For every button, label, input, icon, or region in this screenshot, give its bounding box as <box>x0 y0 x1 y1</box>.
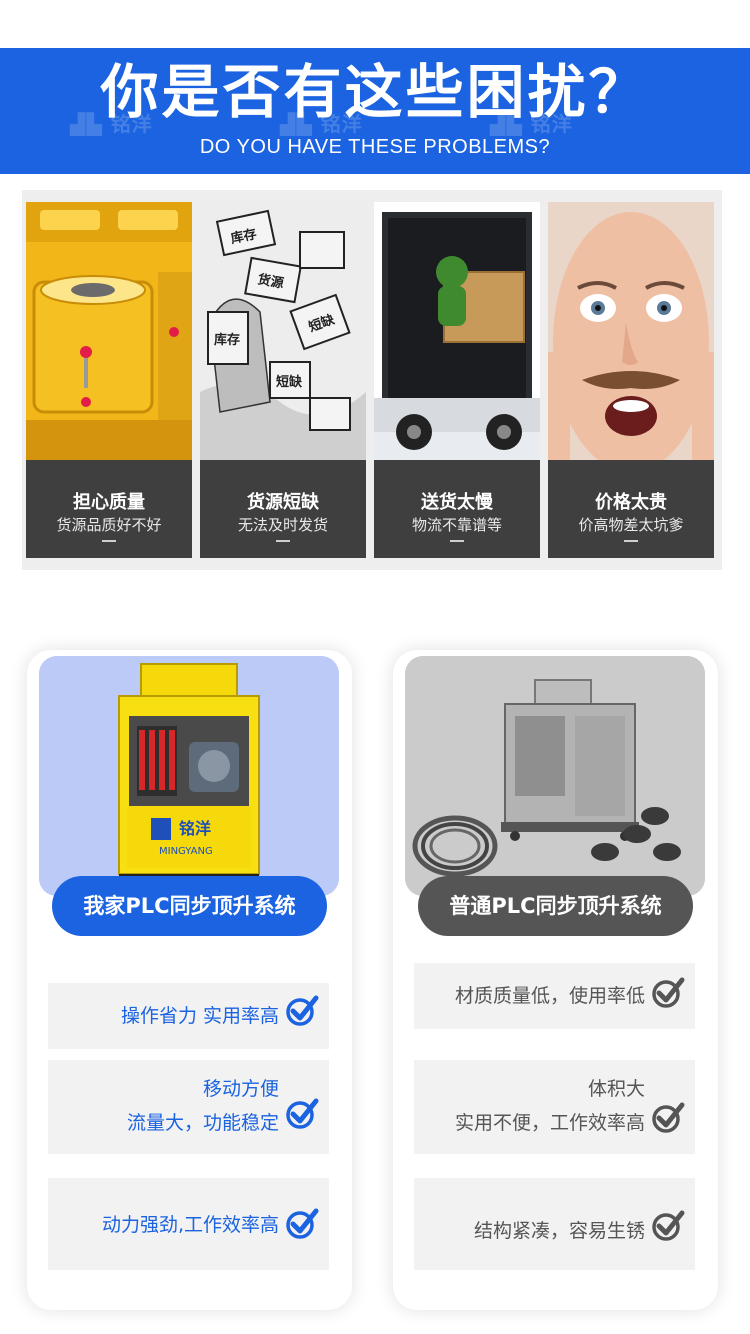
caption-divider <box>102 540 116 542</box>
feature-text: 动力强劲,工作效率高 <box>102 1208 279 1242</box>
feature-text: 材质质量低，使用率低 <box>455 979 645 1013</box>
problem-desc: 无法及时发货 <box>237 516 328 534</box>
feature-row: 动力强劲,工作效率高 <box>48 1178 329 1270</box>
check-circle-icon <box>286 1208 319 1239</box>
check-circle-icon <box>652 977 685 1008</box>
sketch-boxes-image: 库存 货源 短缺 库存 短缺 <box>200 202 366 460</box>
problem-title: 货源短缺 <box>247 492 319 513</box>
feature-line: 移动方便 <box>202 1078 279 1100</box>
shocked-face-image <box>548 202 714 460</box>
feature-line: 操作省力 实用率高 <box>120 1005 279 1027</box>
problem-card-shortage: 库存 货源 短缺 库存 短缺 货源短缺 无法及时发货 <box>200 202 366 558</box>
our-product-label: 我家PLC同步顶升系统 <box>52 876 327 936</box>
problem-title: 价格太贵 <box>595 492 667 513</box>
problem-title: 送货太慢 <box>421 492 493 513</box>
caption-divider <box>624 540 638 542</box>
problem-desc: 货源品质好不好 <box>56 516 162 534</box>
common-product-label: 普通PLC同步顶升系统 <box>418 876 693 936</box>
problem-desc: 物流不靠谱等 <box>411 516 502 534</box>
logo-subtext: MINGYANG <box>159 846 213 857</box>
feature-line: 结构紧凑，容易生锈 <box>473 1220 645 1242</box>
caption-divider <box>276 540 290 542</box>
page-subtitle: DO YOU HAVE THESE PROBLEMS? <box>199 136 551 158</box>
problem-card-expensive: 价格太贵 价高物差太坑爹 <box>548 202 714 558</box>
problem-card-quality: 担心质量 货源品质好不好 <box>26 202 192 558</box>
caption-divider <box>450 540 464 542</box>
problem-title: 担心质量 <box>73 492 145 513</box>
hydraulic-jacks-image <box>26 202 192 460</box>
problem-caption: 担心质量 货源品质好不好 <box>26 460 192 558</box>
check-circle-icon <box>286 995 319 1026</box>
feature-line: 材质质量低，使用率低 <box>454 985 645 1007</box>
problem-desc: 价高物差太坑爹 <box>578 516 684 534</box>
feature-row: 操作省力 实用率高 <box>48 983 329 1049</box>
common-product-image <box>405 656 705 896</box>
delivery-van-image <box>374 202 540 460</box>
feature-row: 材质质量低，使用率低 <box>414 963 695 1029</box>
feature-line: 体积大 <box>587 1078 645 1100</box>
feature-text: 体积大 实用不便，工作效率高 <box>455 1072 645 1140</box>
comparison-theirs: 普通PLC同步顶升系统 材质质量低，使用率低 体积大 实用不便，工作效率高 结构… <box>393 650 718 1310</box>
problem-caption: 货源短缺 无法及时发货 <box>200 460 366 558</box>
header-banner: ▟▙ 铭洋 ▟▙ 铭洋 ▟▙ 铭洋 你是否有这些困扰？ DO YOU HAVE … <box>0 48 750 174</box>
problem-caption: 价格太贵 价高物差太坑爹 <box>548 460 714 558</box>
box-label: 短缺 <box>276 374 303 390</box>
box-label: 库存 <box>214 332 240 348</box>
feature-row: 结构紧凑，容易生锈 <box>414 1178 695 1270</box>
feature-text: 结构紧凑，容易生锈 <box>474 1214 645 1248</box>
feature-line: 实用不便，工作效率高 <box>454 1112 645 1134</box>
feature-row: 体积大 实用不便，工作效率高 <box>414 1060 695 1154</box>
problem-card-slow-delivery: 送货太慢 物流不靠谱等 <box>374 202 540 558</box>
problem-caption: 送货太慢 物流不靠谱等 <box>374 460 540 558</box>
feature-text: 移动方便 流量大，功能稳定 <box>127 1072 279 1140</box>
problems-section: 担心质量 货源品质好不好 库存 货源 短缺 库存 短缺 货源短缺 无法及时发货 … <box>22 190 722 570</box>
our-product-image: 铭洋 MINGYANG <box>39 656 339 896</box>
comparison-ours: 铭洋 MINGYANG 我家PLC同步顶升系统 操作省力 实用率高 移动方便 流… <box>27 650 352 1310</box>
feature-line: 流量大，功能稳定 <box>126 1112 279 1134</box>
check-circle-icon <box>652 1102 685 1133</box>
page-title: 你是否有这些困扰？ <box>100 58 650 126</box>
check-circle-icon <box>286 1098 319 1129</box>
logo-text: 铭洋 <box>179 819 211 838</box>
feature-row: 移动方便 流量大，功能稳定 <box>48 1060 329 1154</box>
check-circle-icon <box>652 1210 685 1241</box>
feature-line: 动力强劲,工作效率高 <box>101 1214 279 1236</box>
feature-text: 操作省力 实用率高 <box>121 999 279 1033</box>
